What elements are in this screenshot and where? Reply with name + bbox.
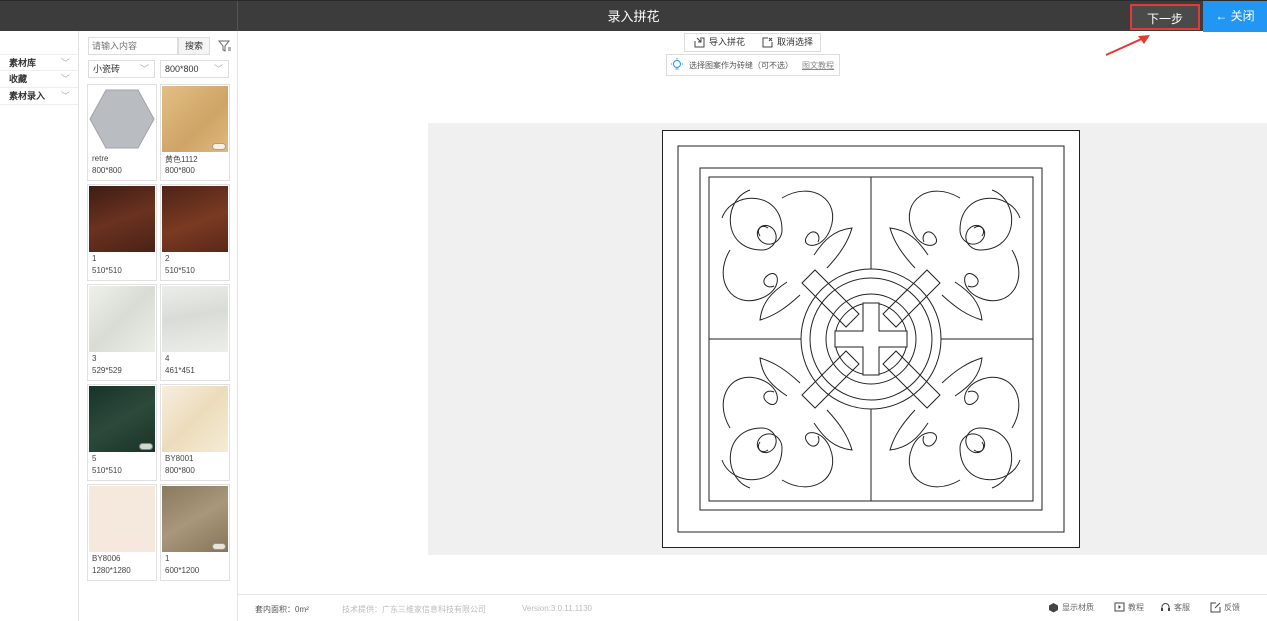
material-name: 2 (165, 254, 170, 263)
title-separator (237, 1, 238, 32)
material-card[interactable]: BY8001 800*800 (160, 384, 230, 481)
material-size: 800*800 (165, 166, 195, 175)
canvas-toolbar: 导入拼花 取消选择 (684, 33, 821, 52)
badge-icon (212, 543, 226, 550)
nav-item-label: 收藏 (9, 74, 28, 84)
category-select-value: 小瓷砖 (93, 64, 121, 74)
tutorial-label: 教程 (1128, 603, 1144, 612)
import-pattern-label: 导入拼花 (709, 37, 746, 47)
cancel-selection-label: 取消选择 (777, 37, 814, 47)
badge-icon (212, 143, 226, 150)
service-button[interactable]: 客服 (1160, 602, 1190, 613)
tutorial-link[interactable]: 图文教程 (802, 60, 834, 71)
area-text: 套内面积：0m² (255, 605, 309, 614)
size-select-value: 800*800 (165, 64, 199, 74)
material-name: BY8001 (165, 454, 194, 463)
material-size: 510*510 (165, 266, 195, 275)
material-name: 4 (165, 354, 170, 363)
nav-item-label: 素材库 (9, 58, 37, 68)
material-size: 510*510 (92, 266, 122, 275)
material-size: 800*800 (165, 466, 195, 475)
material-swatch (89, 486, 155, 552)
chevron-down-icon: ﹀ (213, 64, 223, 74)
hint-text: 选择图案作为砖缝（可不选） (689, 61, 793, 70)
left-nav: 素材库 ﹀ 收藏 ﹀ 素材录入 ﹀ (0, 31, 79, 621)
nav-item-material-entry[interactable]: 素材录入 ﹀ (0, 88, 78, 105)
material-card[interactable]: 1 600*1200 (160, 484, 230, 581)
pattern-drawing (662, 130, 1080, 548)
material-size: 461*451 (165, 366, 195, 375)
size-select[interactable]: 800*800 ﹀ (160, 60, 229, 78)
material-card[interactable]: 4 461*451 (160, 284, 230, 381)
next-step-button[interactable]: 下一步 (1130, 4, 1200, 30)
material-name: 1 (165, 554, 170, 563)
headset-icon (1161, 603, 1170, 611)
material-name: 黄色1112 (165, 155, 198, 164)
material-size: 800*800 (92, 166, 122, 175)
nav-item-label: 素材录入 (9, 91, 46, 101)
material-card[interactable]: 黄色1112 800*800 (160, 84, 230, 181)
edit-icon (1210, 602, 1221, 613)
close-button[interactable]: ← 关闭 (1203, 1, 1267, 32)
material-size: 510*510 (92, 466, 122, 475)
search-row: 搜索 (88, 37, 233, 55)
material-card[interactable]: BY8006 1280*1280 (87, 484, 157, 581)
chevron-down-icon: ﹀ (139, 64, 149, 74)
chevron-down-icon: ﹀ (60, 58, 70, 68)
search-input[interactable] (88, 37, 178, 55)
window-title: 录入拼花 (607, 9, 660, 24)
material-card[interactable]: retre 800*800 (87, 84, 157, 181)
cancel-icon (762, 37, 773, 48)
show-material-button[interactable]: 显示材质 (1048, 602, 1094, 613)
material-size: 1280*1280 (92, 566, 131, 575)
cube-icon (1049, 603, 1058, 613)
play-icon (1114, 602, 1125, 612)
nav-item-favorites[interactable]: 收藏 ﹀ (0, 71, 78, 88)
material-swatch (162, 286, 228, 352)
material-swatch (89, 186, 155, 252)
tutorial-button[interactable]: 教程 (1114, 602, 1144, 613)
status-bar: 套内面积：0m² 技术提供：广东三维家信息科技有限公司 Version:3.0.… (238, 594, 1267, 621)
import-pattern-button[interactable]: 导入拼花 (693, 34, 745, 51)
title-bar: 录入拼花 下一步 ← 关闭 (0, 0, 1267, 32)
panel-divider (237, 31, 238, 621)
cancel-selection-button[interactable]: 取消选择 (761, 34, 813, 51)
material-card[interactable]: 5 510*510 (87, 384, 157, 481)
badge-icon (139, 443, 153, 450)
show-material-label: 显示材质 (1062, 603, 1094, 612)
material-card[interactable]: 2 510*510 (160, 184, 230, 281)
tech-provider-text: 技术提供：广东三维家信息科技有限公司 (342, 605, 486, 614)
material-name: retre (92, 154, 109, 163)
red-arrow-icon (1105, 35, 1150, 56)
feedback-label: 反馈 (1224, 603, 1240, 612)
category-select[interactable]: 小瓷砖 ﹀ (88, 60, 155, 78)
feedback-button[interactable]: 反馈 (1210, 602, 1240, 613)
search-button[interactable]: 搜索 (178, 37, 210, 55)
import-icon (694, 37, 705, 48)
material-panel: 搜索 小瓷砖 ﹀ 800*800 ﹀ retre 800*800 黄色1112 … (80, 31, 237, 594)
material-name: 1 (92, 254, 97, 263)
material-name: BY8006 (92, 554, 121, 563)
version-text: Version:3.0.11.1130 (522, 604, 592, 613)
lightbulb-icon (671, 58, 683, 70)
filter-icon[interactable] (218, 39, 232, 53)
chevron-down-icon: ﹀ (60, 74, 70, 84)
material-card[interactable]: 3 529*529 (87, 284, 157, 381)
material-name: 3 (92, 354, 97, 363)
nav-item-material-library[interactable]: 素材库 ﹀ (0, 54, 78, 71)
pattern-canvas[interactable] (428, 123, 1267, 555)
chevron-down-icon: ﹀ (60, 91, 70, 101)
material-name: 5 (92, 454, 97, 463)
material-size: 600*1200 (165, 566, 200, 575)
material-size: 529*529 (92, 366, 122, 375)
material-swatch (162, 186, 228, 252)
hint-bar: 选择图案作为砖缝（可不选） 图文教程 (666, 54, 840, 76)
material-card[interactable]: 1 510*510 (87, 184, 157, 281)
material-swatch (89, 86, 155, 152)
service-label: 客服 (1174, 603, 1190, 612)
material-swatch (89, 286, 155, 352)
material-swatch (162, 386, 228, 452)
